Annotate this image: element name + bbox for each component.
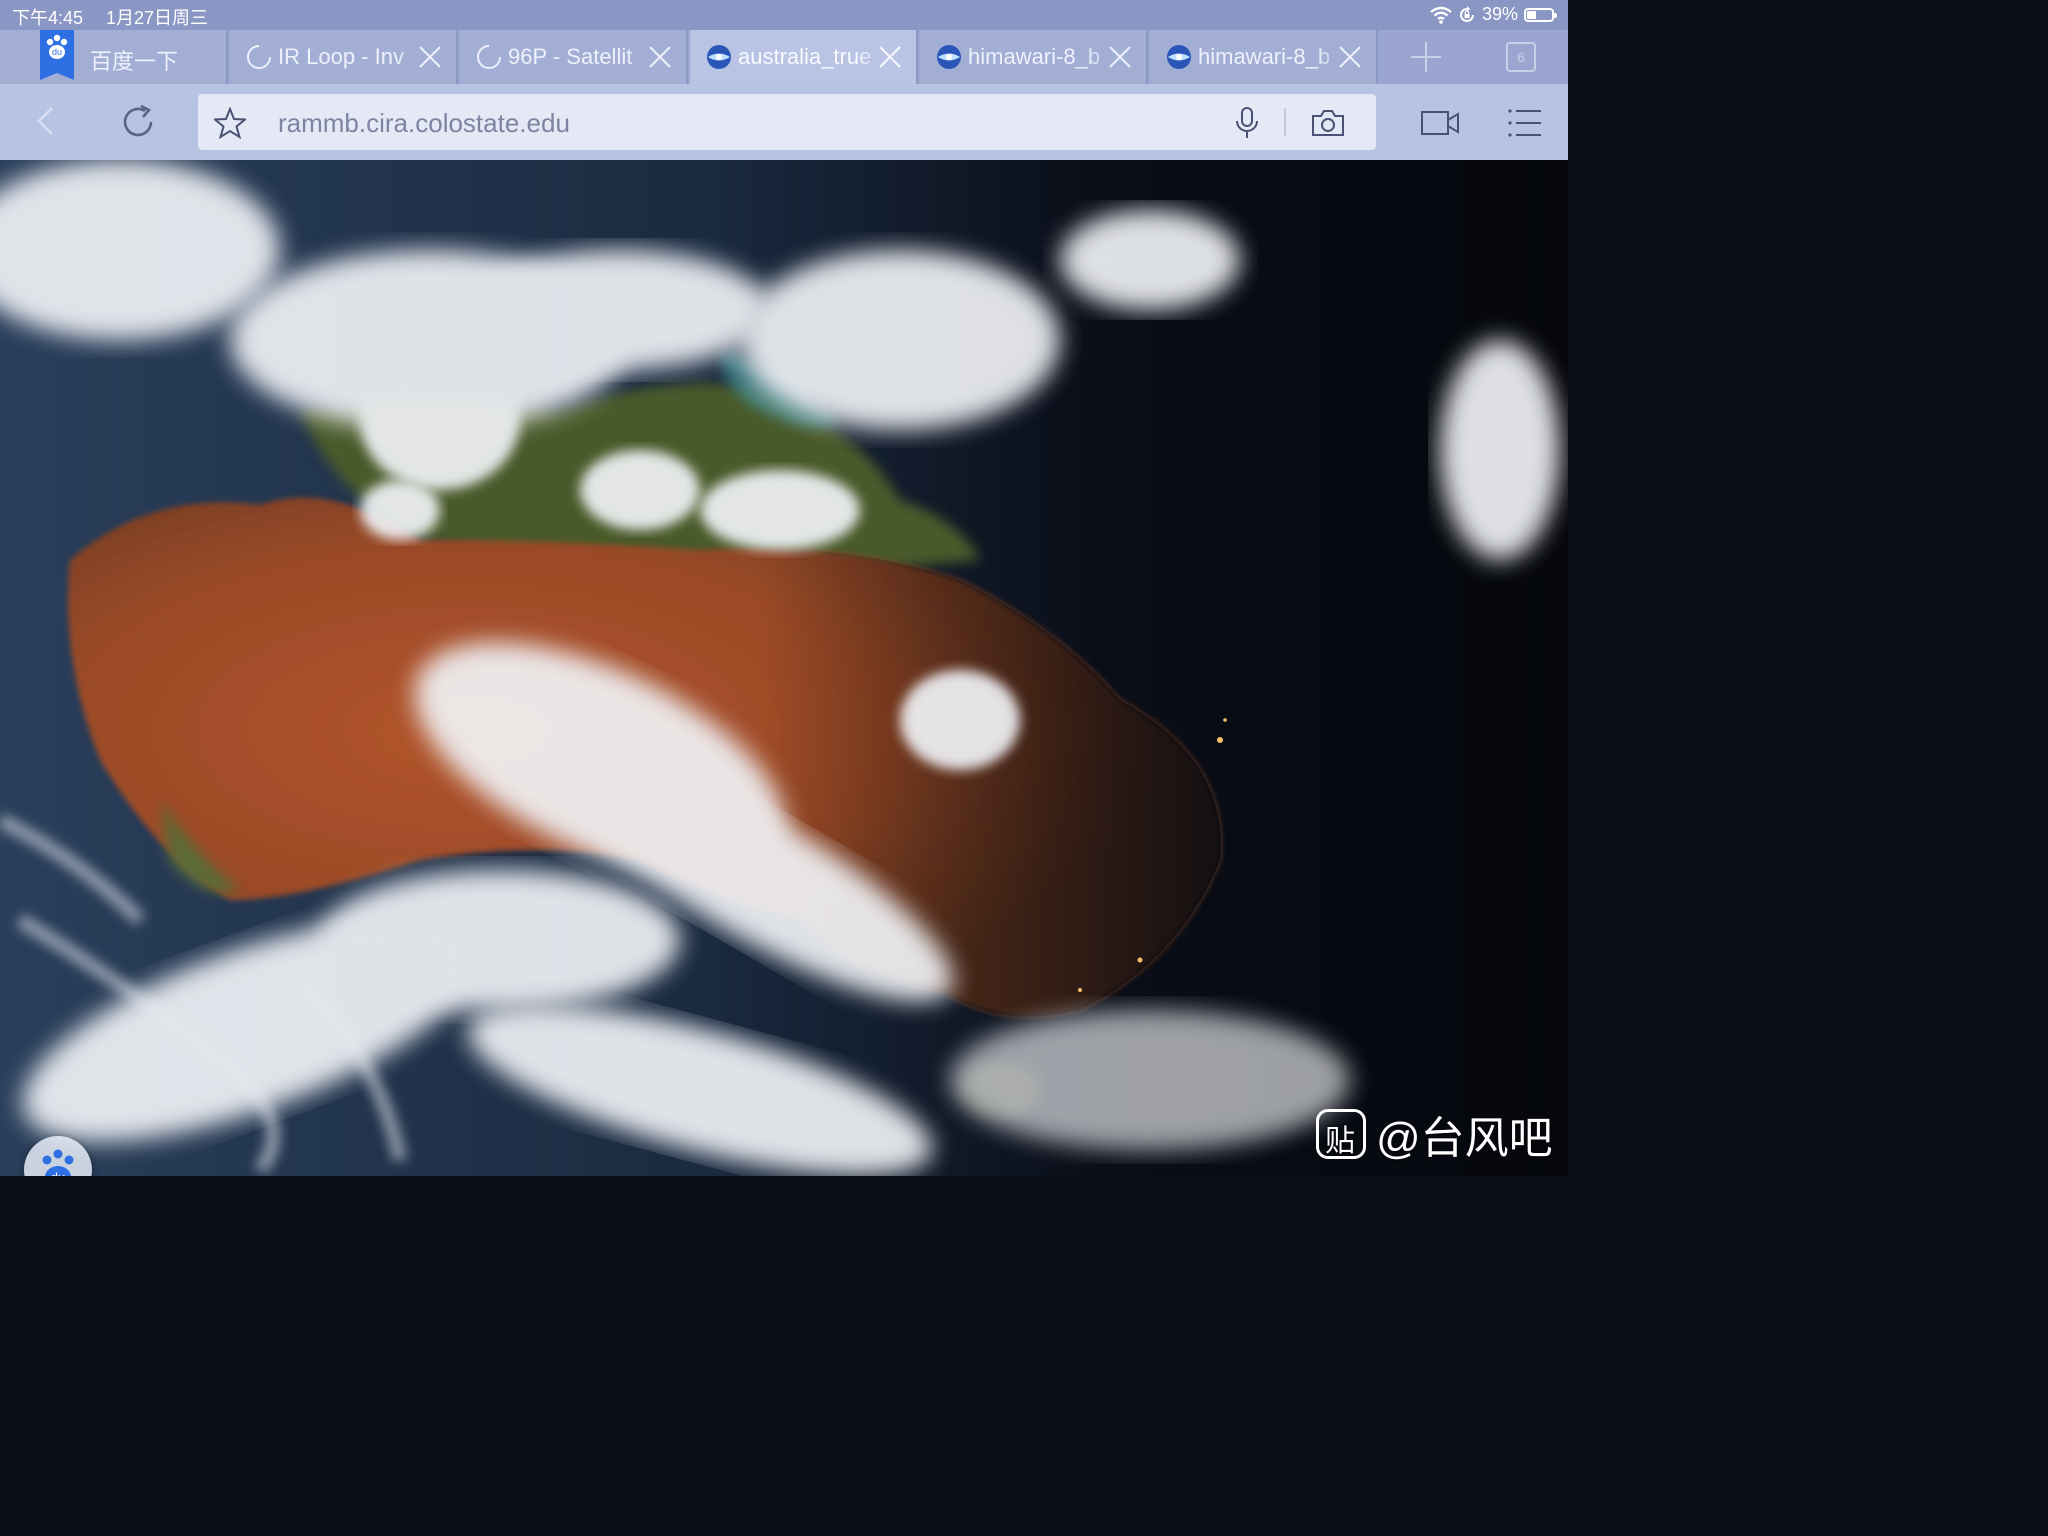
- status-right-group: 39%: [1430, 4, 1557, 25]
- loading-spinner-icon: [477, 45, 501, 69]
- tab-label: himawari-8_b: [1198, 44, 1331, 69]
- watermark: 贴 @台风吧: [1316, 1108, 1553, 1163]
- australia-true-color-image: [0, 160, 1568, 1176]
- tab-baidu[interactable]: du 百度一下: [0, 30, 228, 84]
- new-tab-icon[interactable]: [1404, 42, 1448, 72]
- baidu-icon: du: [40, 30, 74, 80]
- tab-label: himawari-8_b: [968, 44, 1101, 69]
- browser-toolbar: rammb.cira.colostate.edu: [0, 84, 1568, 160]
- battery-icon: [1524, 7, 1557, 22]
- status-date: 1月27日周三: [106, 8, 209, 28]
- status-time: 下午4:45: [12, 8, 84, 28]
- address-bar[interactable]: rammb.cira.colostate.edu: [198, 94, 1376, 150]
- camera-icon[interactable]: [1310, 108, 1346, 138]
- satellite-image: du 贴 @台风吧: [0, 160, 1568, 1176]
- tieba-logo: 贴: [1316, 1109, 1366, 1159]
- baidu-paw-icon: du: [42, 1149, 74, 1176]
- close-icon[interactable]: [878, 45, 902, 69]
- tab-label: australia_true: [738, 44, 872, 69]
- tab-himawari-1[interactable]: himawari-8_b: [920, 30, 1148, 84]
- back-icon[interactable]: [34, 106, 58, 136]
- url-text[interactable]: rammb.cira.colostate.edu: [278, 108, 570, 139]
- svg-text:du: du: [52, 47, 62, 57]
- loading-spinner-icon: [247, 45, 271, 69]
- close-icon[interactable]: [1108, 45, 1132, 69]
- tab-ir-loop[interactable]: IR Loop - Inv: [230, 30, 458, 84]
- watermark-text: @台风吧: [1376, 1114, 1553, 1163]
- video-icon[interactable]: [1420, 110, 1460, 136]
- tab-strip: du 百度一下 IR Loop - Inv 96P - Satellit aus…: [0, 30, 1568, 84]
- reload-icon[interactable]: [118, 102, 158, 142]
- globe-icon: [707, 45, 731, 69]
- svg-text:du: du: [51, 1170, 65, 1176]
- tab-switcher-button[interactable]: 6: [1506, 42, 1536, 72]
- tab-label: 百度一下: [90, 49, 179, 74]
- globe-icon: [1167, 45, 1191, 69]
- menu-icon[interactable]: [1508, 108, 1542, 138]
- tab-label: IR Loop - Inv: [278, 44, 404, 69]
- tab-himawari-2[interactable]: himawari-8_b: [1150, 30, 1378, 84]
- battery-percent: 39%: [1481, 4, 1518, 24]
- close-icon[interactable]: [648, 45, 672, 69]
- battery-level-fill: [1527, 10, 1536, 19]
- tab-australia-true[interactable]: australia_true: [690, 30, 918, 84]
- close-icon[interactable]: [1338, 45, 1362, 69]
- microphone-icon[interactable]: [1232, 106, 1262, 140]
- orientation-lock-icon: [1460, 5, 1474, 22]
- close-icon[interactable]: [418, 45, 442, 69]
- wifi-icon: [1430, 6, 1452, 24]
- tab-label: 96P - Satellit: [508, 44, 633, 69]
- globe-icon: [937, 45, 961, 69]
- address-bar-divider: [1284, 108, 1286, 136]
- status-bar: 下午4:45 1月27日周三 39%: [0, 0, 1568, 30]
- tab-96p-satellite[interactable]: 96P - Satellit: [460, 30, 688, 84]
- bookmark-star-icon[interactable]: [214, 107, 246, 139]
